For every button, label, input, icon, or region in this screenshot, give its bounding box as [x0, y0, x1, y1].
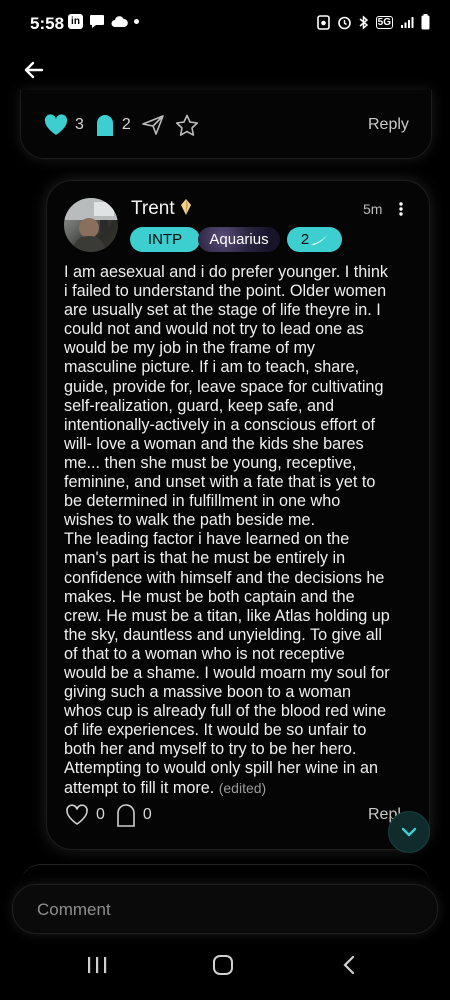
status-time: 5:58 — [30, 14, 65, 33]
crystal-icon — [180, 199, 191, 215]
recent-apps-icon[interactable] — [86, 955, 108, 975]
comment-actions: 0 0 — [64, 802, 152, 828]
ghost-count: 2 — [121, 116, 131, 133]
more-options-icon[interactable] — [397, 201, 405, 217]
scroll-down-button[interactable] — [388, 811, 430, 853]
chevron-down-icon — [401, 827, 417, 837]
back-nav-icon[interactable] — [340, 955, 358, 975]
mbti-chip[interactable]: INTP — [130, 227, 200, 252]
wing-icon — [311, 234, 328, 245]
back-arrow-icon[interactable] — [18, 54, 50, 86]
home-icon[interactable] — [212, 955, 234, 975]
avatar[interactable] — [64, 198, 118, 252]
time-ago: 5m — [363, 201, 383, 217]
linkedin-icon: in — [68, 14, 83, 29]
like-count: 3 — [75, 116, 84, 133]
cloud-icon — [111, 16, 128, 27]
comment-input[interactable] — [35, 897, 419, 923]
previous-comment-actions: 3 2 — [43, 112, 199, 138]
ghost-count: 0 — [142, 806, 152, 823]
signal-icon — [401, 16, 414, 28]
5g-icon: 5G — [375, 15, 393, 29]
badge-count: 2 — [300, 231, 310, 248]
badge-chip[interactable]: 2 — [287, 227, 342, 252]
star-icon[interactable] — [175, 114, 199, 137]
heart-icon[interactable] — [43, 113, 69, 137]
status-right-icons: 5G — [316, 14, 430, 30]
previous-comment-card: 3 2 Reply — [20, 90, 432, 159]
avatar-photo — [64, 198, 118, 252]
alarm-icon — [316, 14, 330, 30]
reply-button[interactable]: Reply — [368, 116, 409, 134]
battery-icon — [421, 14, 430, 30]
username[interactable]: Trent — [131, 198, 192, 220]
ghost-icon[interactable] — [94, 112, 116, 138]
status-left-icons: in — [68, 14, 139, 29]
dot-icon — [134, 19, 139, 24]
next-comment-card-edge — [20, 864, 430, 885]
like-count: 0 — [96, 806, 105, 823]
zodiac-chip[interactable]: Aquarius — [198, 227, 280, 252]
comment-body: I am aesexual and i do prefer younger. I… — [64, 263, 412, 798]
ghost-outline-icon[interactable] — [115, 802, 137, 828]
edited-label: (edited) — [218, 779, 267, 796]
comment-body-text: I am aesexual and i do prefer younger. I… — [64, 263, 390, 797]
share-icon[interactable] — [141, 114, 165, 136]
username-text[interactable]: Trent — [131, 198, 175, 219]
clock-icon — [337, 16, 351, 29]
heart-outline-icon[interactable] — [64, 803, 90, 827]
comment-box — [12, 884, 438, 934]
chat-icon — [90, 15, 104, 28]
bluetooth-icon — [359, 14, 368, 30]
